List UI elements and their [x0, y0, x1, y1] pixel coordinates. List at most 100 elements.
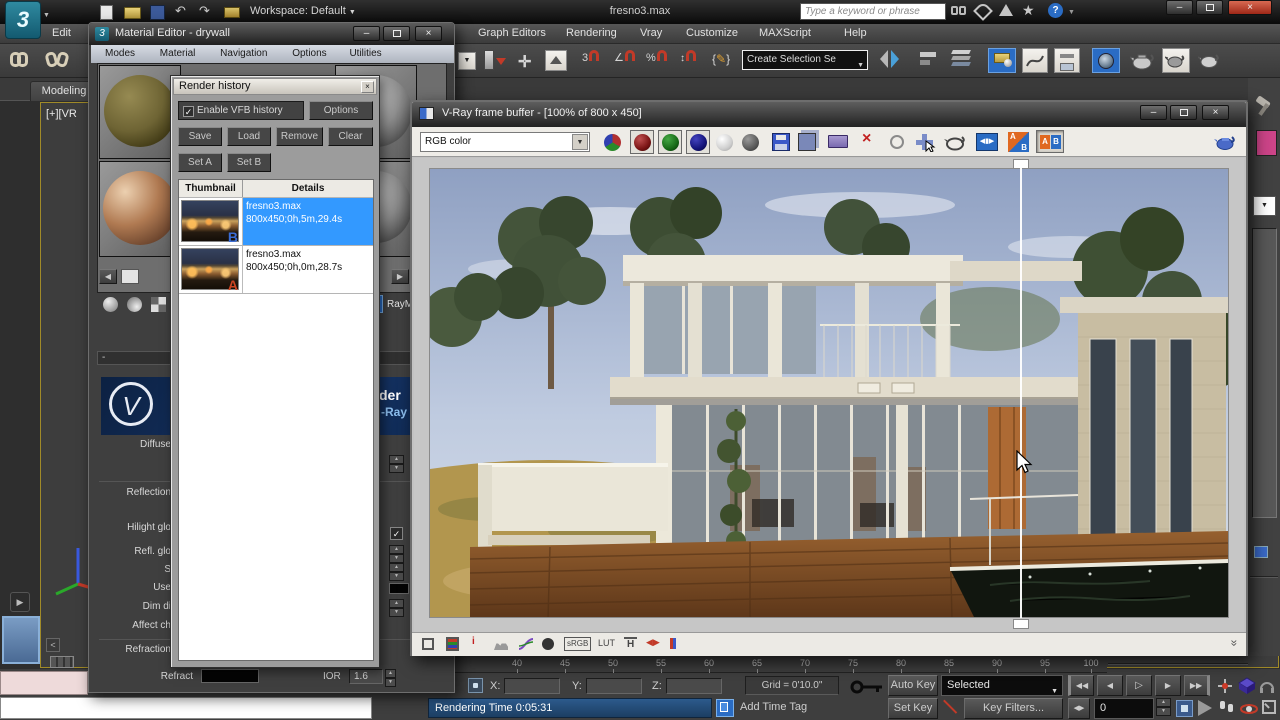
menu-graph-editors[interactable]: Graph Editors: [478, 27, 546, 39]
menu-rendering[interactable]: Rendering: [566, 27, 617, 39]
white-balance-icon[interactable]: H: [624, 637, 638, 650]
follow-mouse-icon[interactable]: [914, 132, 936, 155]
dim-spinner[interactable]: ▲ ▼: [389, 599, 404, 617]
orbit-icon[interactable]: [1240, 700, 1258, 720]
material-editor-close[interactable]: ×: [415, 26, 442, 41]
x-field[interactable]: [504, 678, 560, 694]
red-channel-button[interactable]: [630, 130, 654, 154]
maxscript-listener-white[interactable]: [0, 697, 372, 719]
viewport-cube-icon[interactable]: [1238, 677, 1256, 698]
region-render-teapot-icon[interactable]: [944, 133, 968, 154]
spinner-snap-icon[interactable]: ↕: [680, 50, 696, 64]
app-close-button[interactable]: ×: [1228, 0, 1272, 15]
next-frame-button[interactable]: ▶: [1155, 675, 1181, 696]
ior-field[interactable]: 1.6: [349, 669, 383, 684]
exposure-icon[interactable]: [542, 638, 554, 650]
save-file-icon[interactable]: [150, 5, 165, 20]
vray-render-teapot-icon[interactable]: [1214, 133, 1238, 154]
history-remove-button[interactable]: Remove: [276, 127, 323, 146]
walkthrough-icon[interactable]: [1220, 700, 1233, 712]
rgb-channels-icon[interactable]: [604, 134, 621, 151]
help-icon[interactable]: ?: [1048, 3, 1063, 18]
history-details[interactable]: fresno3.max 800x450;0h,0m,28.7s: [243, 246, 373, 293]
blue-channel-button[interactable]: [686, 130, 710, 154]
material-sample-slot[interactable]: [99, 65, 181, 159]
history-row[interactable]: A fresno3.max 800x450;0h,0m,28.7s: [179, 246, 373, 294]
me-menu-options[interactable]: Options: [292, 48, 326, 59]
logo-dropdown-icon[interactable]: ▼: [43, 12, 50, 19]
key-filters-button[interactable]: Key Filters...: [964, 698, 1063, 719]
render-iterative-icon[interactable]: [1197, 50, 1222, 73]
region-icon[interactable]: [670, 638, 676, 649]
select-and-move-icon[interactable]: ✛: [518, 52, 531, 72]
play-button[interactable]: ▷: [1126, 675, 1152, 696]
selected-dropdown[interactable]: Selected ▼: [941, 675, 1063, 696]
workspace-selector[interactable]: Workspace: Default ▼: [250, 5, 356, 17]
align-icon[interactable]: [920, 52, 936, 65]
me-menu-navigation[interactable]: Navigation: [220, 48, 267, 59]
menu-edit[interactable]: Edit: [52, 27, 71, 39]
material-editor-titlebar[interactable]: 3 Material Editor - drywall – ×: [89, 23, 454, 45]
scene-explorer-arrow-button[interactable]: ▶: [10, 592, 30, 612]
help-dropdown-icon[interactable]: ▼: [1068, 9, 1075, 16]
new-file-icon[interactable]: [100, 5, 113, 20]
me-menu-modes[interactable]: Modes: [105, 48, 135, 59]
key-mode-toggle[interactable]: ◀▶: [1068, 698, 1090, 719]
layer-manager-icon[interactable]: [545, 50, 567, 71]
history-set-a-button[interactable]: Set A: [178, 153, 222, 172]
set-key-red-icon[interactable]: [943, 699, 960, 716]
save-image-icon[interactable]: [772, 133, 790, 151]
panel-listbox[interactable]: [1252, 228, 1277, 518]
history-save-button[interactable]: Save: [178, 127, 222, 146]
favorites-star-icon[interactable]: ★: [1022, 2, 1035, 19]
angle-snap-icon[interactable]: ∠: [614, 50, 635, 64]
schematic-view-button[interactable]: [1054, 48, 1080, 73]
add-time-tag[interactable]: Add Time Tag: [740, 701, 807, 713]
panel-dropdown-icon[interactable]: ▼: [1253, 196, 1276, 216]
project-folder-icon[interactable]: [224, 7, 240, 18]
show-corrections-icon[interactable]: [422, 638, 434, 650]
dim-color-swatch[interactable]: [389, 583, 409, 594]
side-by-side-icon[interactable]: ◀▮▶: [976, 133, 998, 151]
me-menu-material[interactable]: Material: [160, 48, 196, 59]
zoom-extents-cone-icon[interactable]: [1198, 700, 1212, 716]
open-file-icon[interactable]: [124, 7, 141, 19]
y-field[interactable]: [586, 678, 642, 694]
named-selection-icon[interactable]: {✎}: [712, 52, 730, 66]
select-link-icon[interactable]: [10, 52, 28, 70]
color-swatch[interactable]: [1256, 130, 1277, 156]
channels-list-icon[interactable]: [446, 637, 459, 651]
diffuse-spinner[interactable]: ▲ ▼: [389, 455, 404, 473]
mirror-icon[interactable]: [880, 50, 899, 71]
percent-snap-icon[interactable]: %: [646, 50, 667, 64]
stereo-arrows-icon[interactable]: ◀▶: [646, 637, 660, 648]
select-and-place-icon[interactable]: [484, 50, 494, 70]
vfb-maximize[interactable]: [1170, 105, 1197, 120]
isolate-selection-icon[interactable]: [1216, 677, 1234, 698]
xyz-lock-icon[interactable]: [468, 678, 483, 693]
render-history-close[interactable]: ×: [361, 81, 374, 93]
timeline-config-icon[interactable]: [50, 656, 74, 668]
col-thumbnail[interactable]: Thumbnail: [179, 180, 243, 197]
me-tool-backlight-icon[interactable]: [127, 297, 142, 312]
curve-editor-button[interactable]: [1022, 48, 1048, 73]
render-history-titlebar[interactable]: Render history ×: [173, 78, 377, 95]
current-frame-field[interactable]: 0: [1094, 698, 1154, 719]
subdivs-spinner[interactable]: ▲ ▼: [389, 563, 404, 581]
render-production-button[interactable]: [1162, 48, 1190, 73]
undo-icon[interactable]: ↶: [175, 3, 186, 19]
collapse-left-icon[interactable]: <: [46, 638, 60, 652]
go-to-start-button[interactable]: ◀◀: [1068, 675, 1094, 696]
slots-scroll-thumb[interactable]: [121, 269, 139, 284]
expand-chevrons-icon[interactable]: »: [1228, 640, 1242, 647]
history-details-selected[interactable]: fresno3.max 800x450;0h,5m,29.4s: [243, 198, 373, 245]
search-binoculars-icon[interactable]: [951, 6, 969, 18]
fresnel-checkbox[interactable]: ✓: [390, 527, 403, 540]
menu-vray[interactable]: Vray: [640, 27, 662, 39]
search-input[interactable]: Type a keyword or phrase: [800, 3, 946, 20]
lut-icon[interactable]: LUT: [598, 638, 615, 648]
histogram-icon[interactable]: [494, 640, 508, 650]
menu-maxscript[interactable]: MAXScript: [759, 27, 811, 39]
srgb-icon[interactable]: sRGB: [564, 637, 592, 651]
previous-frame-button[interactable]: ◀: [1097, 675, 1123, 696]
